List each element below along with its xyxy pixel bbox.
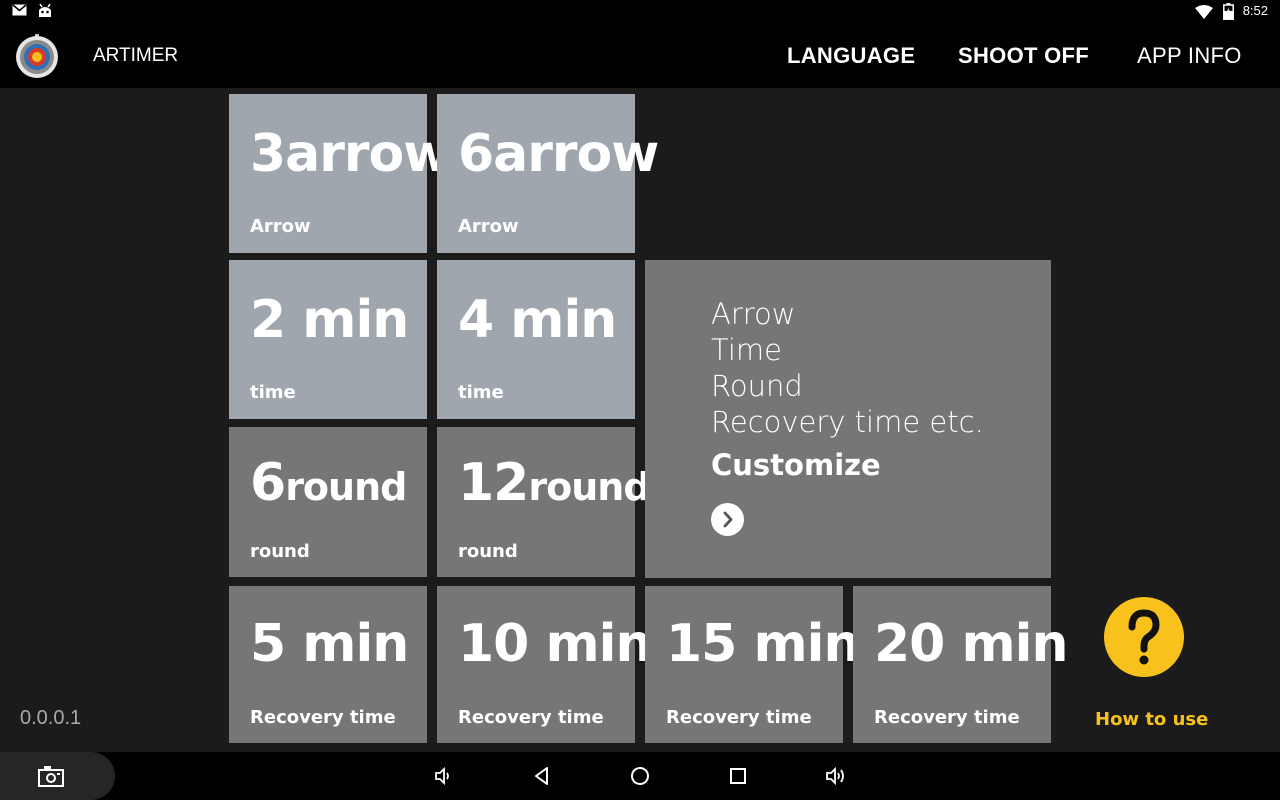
language-menu-button[interactable]: LANGUAGE xyxy=(787,43,915,69)
tile-caption: time xyxy=(250,382,296,403)
tile-2-min-time[interactable]: 2 min time xyxy=(229,260,427,419)
customize-line-round: Round xyxy=(711,369,803,403)
customize-line-recovery: Recovery time etc. xyxy=(711,405,984,439)
wifi-icon xyxy=(1195,5,1213,19)
app-info-menu-button[interactable]: APP INFO xyxy=(1137,43,1242,69)
round-unit: round xyxy=(528,465,650,509)
tile-value: 2 min xyxy=(250,290,409,350)
help-question-icon[interactable] xyxy=(1104,597,1184,677)
tile-caption: Recovery time xyxy=(250,707,396,728)
round-number: 12 xyxy=(458,453,529,513)
how-to-use-link[interactable]: How to use xyxy=(1095,709,1208,730)
tile-5-min-recovery[interactable]: 5 min Recovery time xyxy=(229,586,427,743)
tile-value: 12round xyxy=(458,457,651,509)
android-debug-icon xyxy=(39,3,51,17)
tile-4-min-time[interactable]: 4 min time xyxy=(437,260,635,419)
app-title: ARTIMER xyxy=(93,45,179,66)
customize-line-arrow: Arrow xyxy=(711,297,796,331)
camera-icon xyxy=(38,766,64,787)
tile-10-min-recovery[interactable]: 10 min Recovery time xyxy=(437,586,652,743)
tile-20-min-recovery[interactable]: 20 min Recovery time xyxy=(853,586,1068,743)
status-clock: 8:52 xyxy=(1242,3,1268,18)
tile-value: 4 min xyxy=(458,290,617,350)
tile-caption: Recovery time xyxy=(874,707,1020,728)
volume-down-icon[interactable] xyxy=(432,764,456,788)
tile-caption: round xyxy=(458,541,518,562)
tile-6-arrow[interactable]: 6arrow Arrow xyxy=(437,94,659,253)
gmail-icon xyxy=(12,4,27,16)
tile-15-min-recovery[interactable]: 15 min Recovery time xyxy=(645,586,860,743)
customize-title: Customize xyxy=(711,448,881,482)
customize-tile[interactable]: Arrow Time Round Recovery time etc. Cust… xyxy=(645,260,1051,578)
tile-caption: Arrow xyxy=(458,216,519,237)
tile-caption: Arrow xyxy=(250,216,311,237)
battery-charging-icon xyxy=(1223,3,1234,20)
status-bar: 8:52 xyxy=(0,0,1280,24)
chevron-right-icon[interactable] xyxy=(711,503,744,536)
tile-caption: Recovery time xyxy=(458,707,604,728)
recent-apps-icon[interactable] xyxy=(726,764,750,788)
shoot-off-menu-button[interactable]: SHOOT OFF xyxy=(958,43,1089,69)
system-nav-bar xyxy=(0,752,1280,800)
volume-up-icon[interactable] xyxy=(824,764,848,788)
customize-line-time: Time xyxy=(711,333,782,367)
tile-value: 20 min xyxy=(874,614,1068,674)
back-icon[interactable] xyxy=(530,764,554,788)
question-mark-glyph xyxy=(1128,609,1160,665)
tile-value: 5 min xyxy=(250,614,409,674)
tile-value: 6arrow xyxy=(458,124,659,184)
tile-value: 10 min xyxy=(458,614,652,674)
home-icon[interactable] xyxy=(628,764,652,788)
archery-target-logo-icon xyxy=(16,34,58,78)
screenshot-button[interactable] xyxy=(0,752,115,800)
tile-value: 3arrow xyxy=(250,124,451,184)
tile-caption: time xyxy=(458,382,504,403)
round-number: 6 xyxy=(250,453,286,513)
tile-3-arrow[interactable]: 3arrow Arrow xyxy=(229,94,451,253)
customize-description: Arrow Time Round Recovery time etc. xyxy=(711,296,984,440)
round-unit: round xyxy=(285,465,407,509)
tile-value: 15 min xyxy=(666,614,860,674)
tile-caption: Recovery time xyxy=(666,707,812,728)
tile-12-round[interactable]: 12round round xyxy=(437,427,651,577)
tile-6-round[interactable]: 6round round xyxy=(229,427,427,577)
app-screen: 8:52 ARTIMER LANGUAGE SHOOT OFF APP INFO… xyxy=(0,0,1280,800)
app-bar: ARTIMER LANGUAGE SHOOT OFF APP INFO xyxy=(0,24,1280,88)
tile-caption: round xyxy=(250,541,310,562)
tile-value: 6round xyxy=(250,457,407,509)
app-version: 0.0.0.1 xyxy=(20,707,82,729)
